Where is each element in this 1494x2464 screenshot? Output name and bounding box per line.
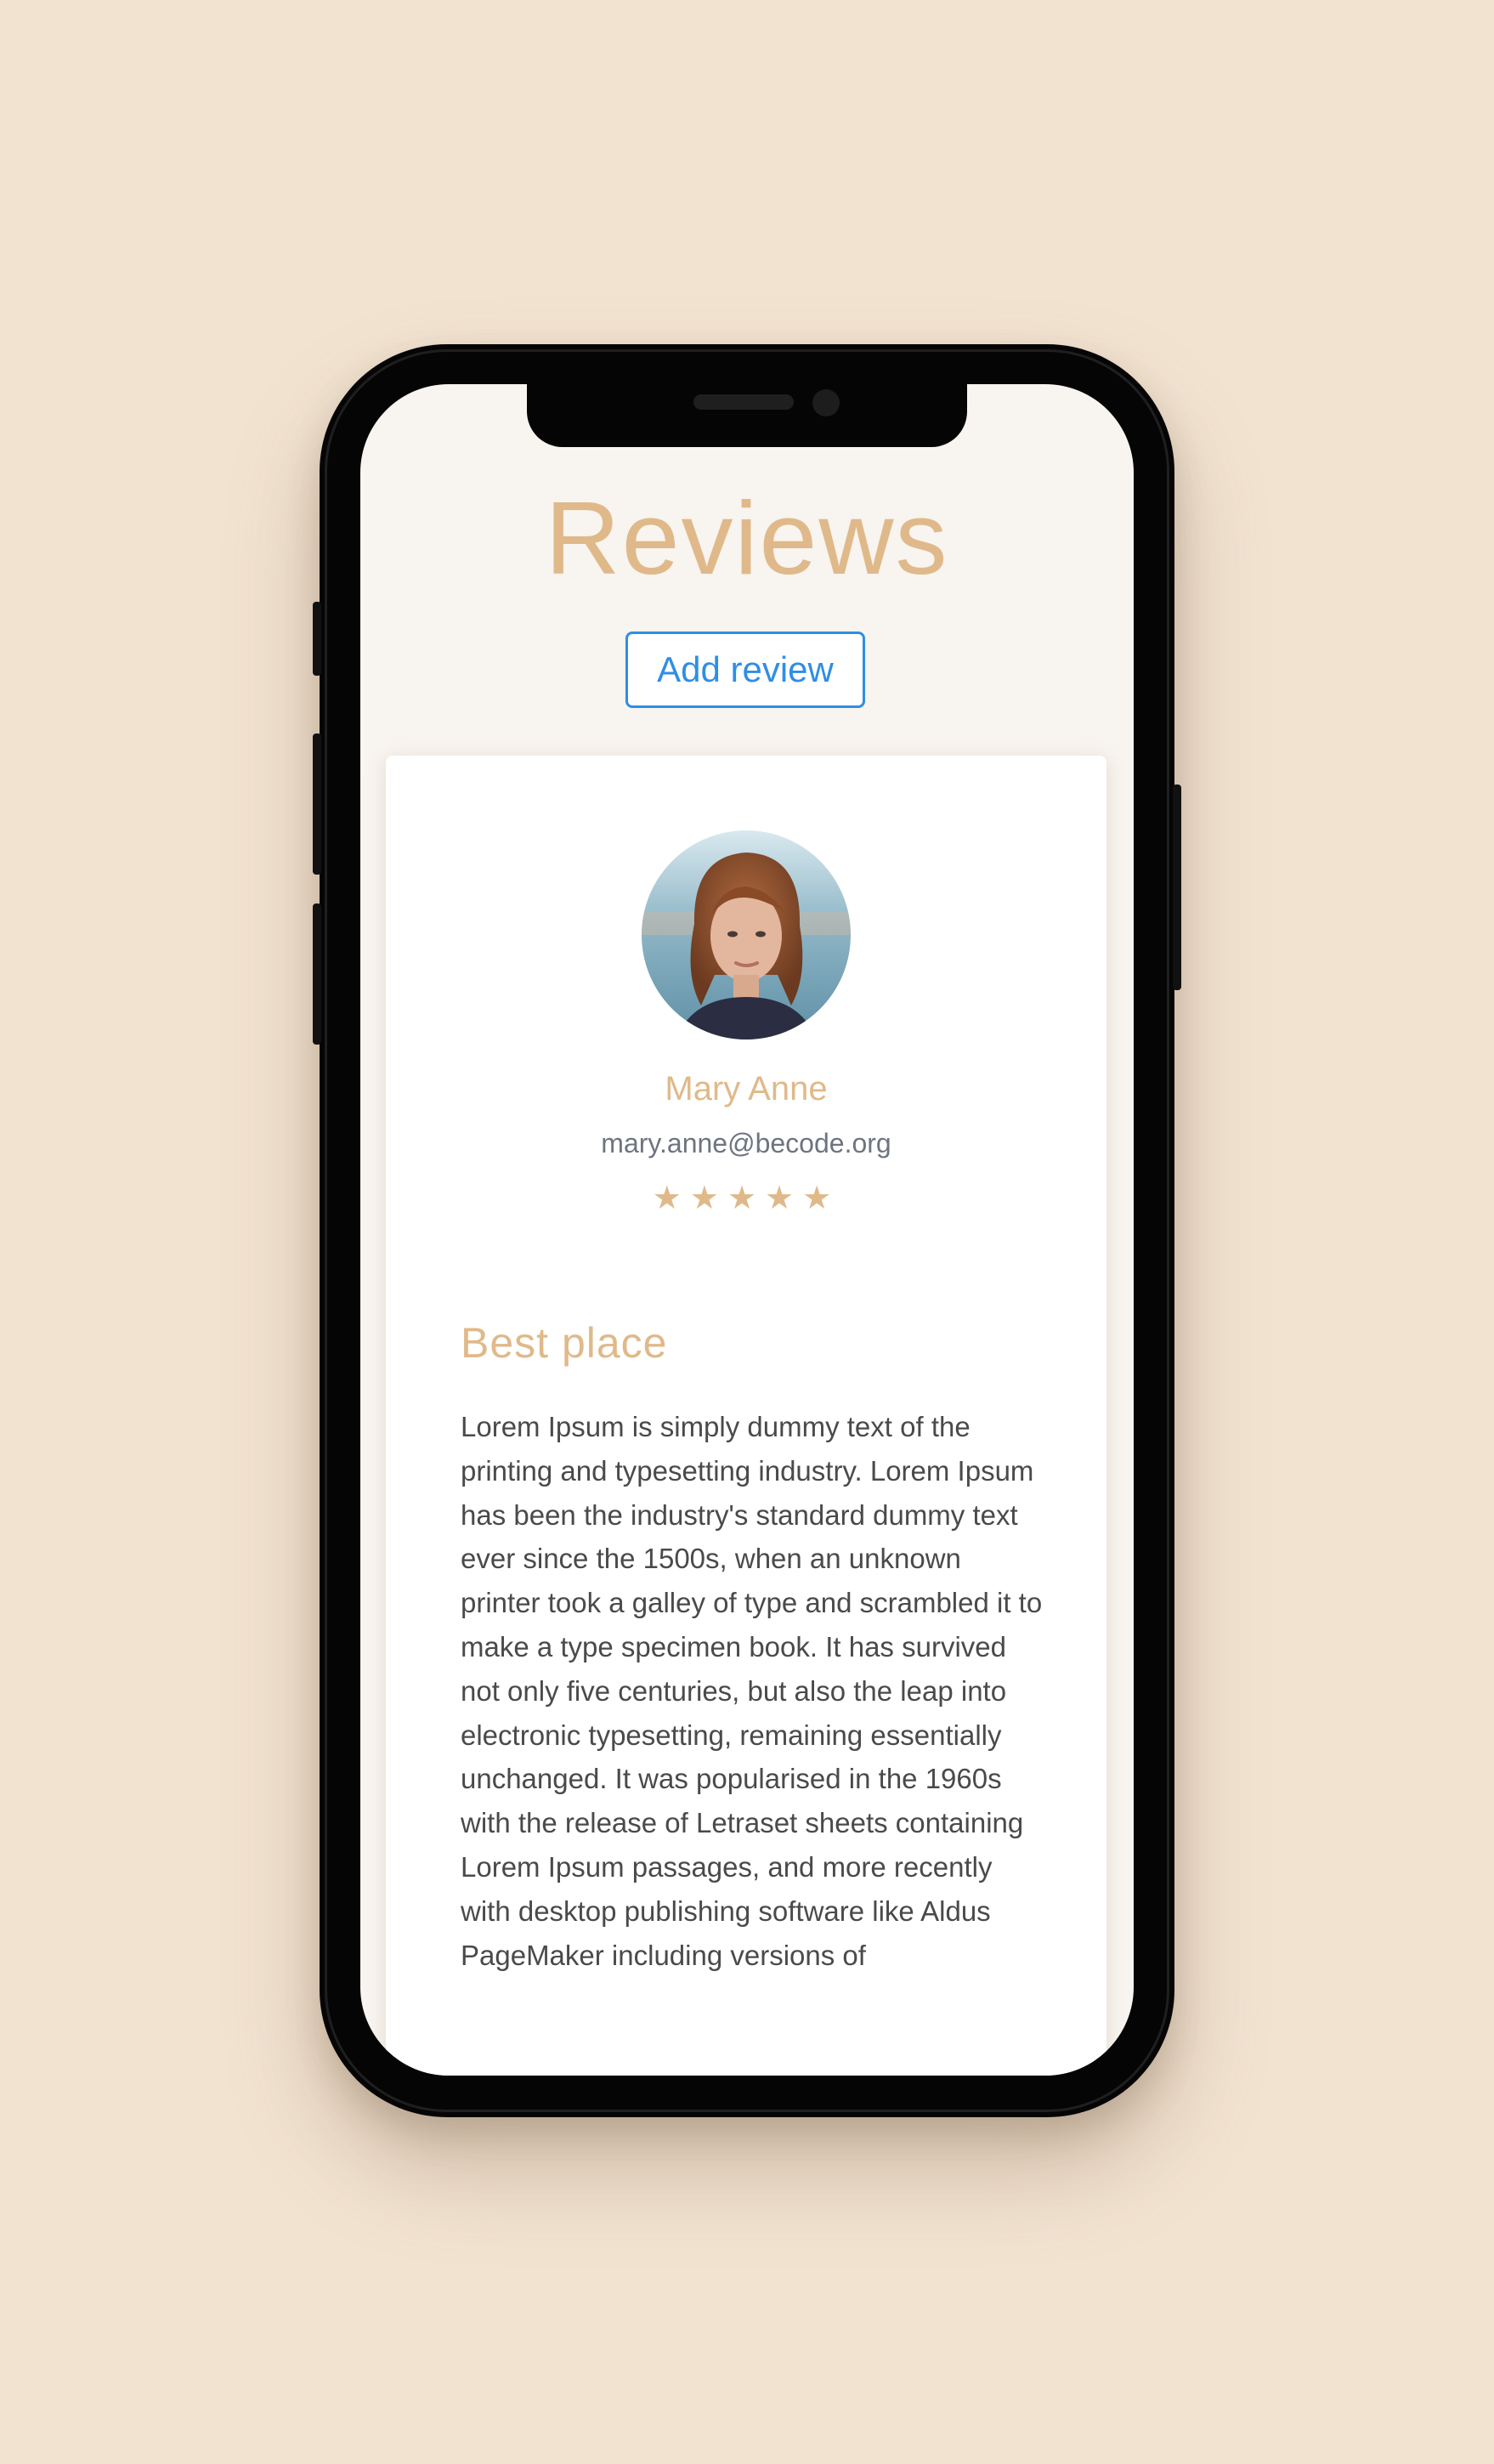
star-icon: ★ xyxy=(802,1181,840,1216)
star-icon: ★ xyxy=(652,1181,690,1216)
camera-icon xyxy=(812,389,840,416)
notch xyxy=(527,384,967,447)
star-icon: ★ xyxy=(689,1181,727,1216)
author-email: mary.anne@becode.org xyxy=(601,1128,891,1158)
star-icon: ★ xyxy=(765,1181,803,1216)
phone-frame: Reviews Add review Mary Anne mary.anne@b… xyxy=(313,344,1181,2117)
volume-down-button xyxy=(313,903,321,1045)
phone-screen: Reviews Add review Mary Anne mary.anne@b… xyxy=(360,384,1134,2076)
review-card: Mary Anne mary.anne@becode.org ★★★★★ Bes… xyxy=(386,756,1106,2076)
mute-switch xyxy=(313,602,321,676)
review-body: Lorem Ipsum is simply dummy text of the … xyxy=(461,1411,1043,1971)
star-icon: ★ xyxy=(727,1181,766,1216)
volume-up-button xyxy=(313,734,321,875)
avatar xyxy=(642,830,851,1039)
user-photo-avatar-icon xyxy=(642,830,851,1039)
power-button xyxy=(1173,785,1181,990)
author-name: Mary Anne xyxy=(665,1070,828,1107)
star-rating: ★★★★★ xyxy=(386,1179,1106,1217)
add-review-button[interactable]: Add review xyxy=(625,632,865,708)
page-title: Reviews xyxy=(545,480,949,596)
speaker-grille xyxy=(693,394,794,410)
review-title: Best place xyxy=(461,1319,668,1367)
stage: Reviews Add review Mary Anne mary.anne@b… xyxy=(0,0,1494,2464)
